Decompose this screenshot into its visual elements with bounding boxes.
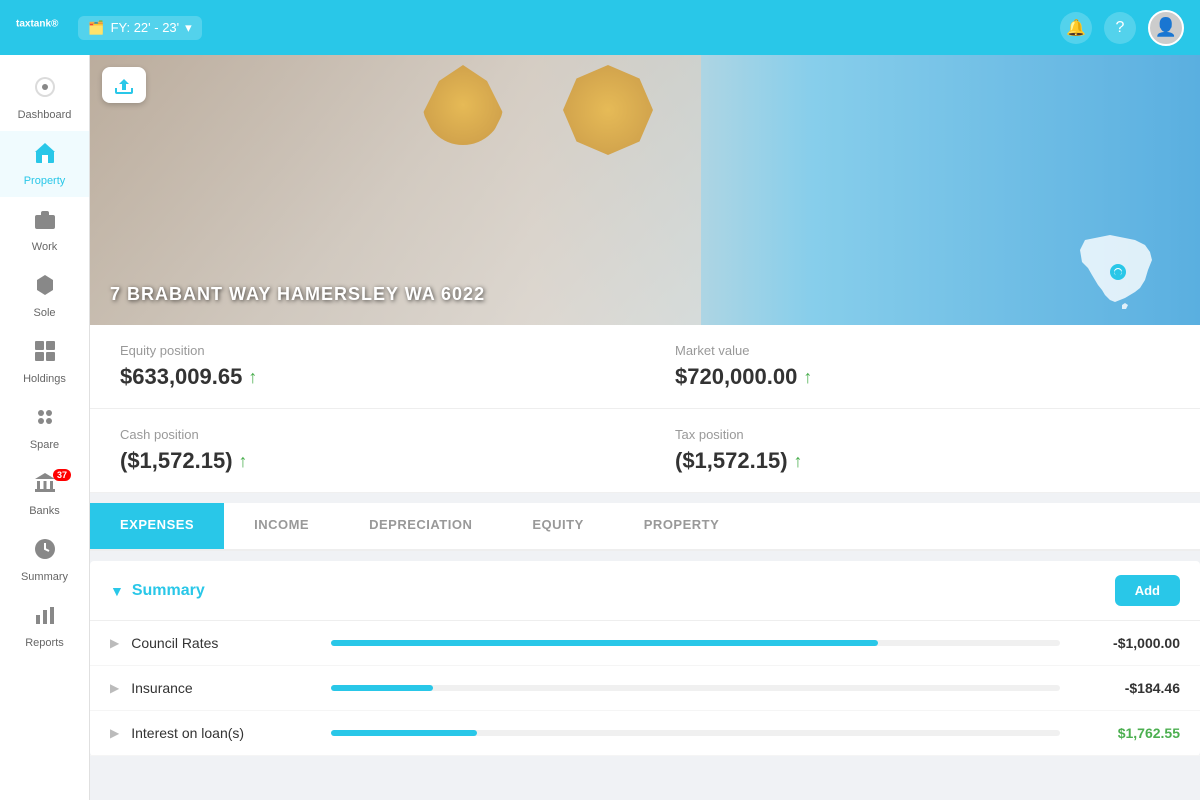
banks-badge: 37	[53, 469, 71, 481]
sidebar-item-work[interactable]: Work	[0, 197, 89, 263]
expense-bar-insurance	[331, 685, 1060, 691]
expense-row-council-rates: ▶ Council Rates -$1,000.00	[90, 621, 1200, 666]
expense-name-insurance: Insurance	[131, 680, 311, 696]
upload-button[interactable]	[102, 67, 146, 103]
equity-position-label: Equity position	[120, 343, 615, 358]
sidebar-label-holdings: Holdings	[23, 373, 66, 385]
map-overlay	[1060, 220, 1180, 315]
main-layout: Dashboard Property Work Sole Holdings	[0, 55, 1200, 800]
property-icon	[33, 141, 57, 171]
expense-row-loan-interest: ▶ Interest on loan(s) $1,762.55	[90, 711, 1200, 756]
help-icon[interactable]: ?	[1104, 12, 1136, 44]
expense-row-insurance: ▶ Insurance -$184.46	[90, 666, 1200, 711]
chevron-down-icon: ▾	[185, 20, 192, 36]
sidebar-item-holdings[interactable]: Holdings	[0, 329, 89, 395]
expense-bar-fill-loan-interest	[331, 730, 477, 736]
fy-icon: 🗂️	[88, 20, 104, 36]
tax-trend-icon: ↑	[794, 451, 803, 472]
summary-icon	[33, 537, 57, 567]
sidebar-item-spare[interactable]: Spare	[0, 395, 89, 461]
expand-icon-loan-interest[interactable]: ▶	[110, 726, 119, 740]
sidebar-label-banks: Banks	[29, 505, 60, 517]
reports-icon	[33, 603, 57, 633]
expense-bar-fill-insurance	[331, 685, 433, 691]
notifications-icon[interactable]: 🔔	[1060, 12, 1092, 44]
holdings-icon	[33, 339, 57, 369]
main-content: 7 BRABANT WAY HAMERSLEY WA 6022 Eq	[90, 55, 1200, 800]
equity-trend-icon: ↑	[248, 367, 257, 388]
add-expense-button[interactable]: Add	[1115, 575, 1180, 606]
collapse-icon[interactable]: ▼	[110, 583, 124, 599]
market-value-card: Market value $720,000.00 ↑	[645, 325, 1200, 409]
expense-name-loan-interest: Interest on loan(s)	[131, 725, 311, 741]
stats-grid: Equity position $633,009.65 ↑ Market val…	[90, 325, 1200, 493]
cash-position-value: ($1,572.15) ↑	[120, 448, 615, 474]
expand-icon-council-rates[interactable]: ▶	[110, 636, 119, 650]
fy-selector[interactable]: 🗂️ FY: 22' - 23' ▾	[78, 16, 201, 40]
equity-position-value: $633,009.65 ↑	[120, 364, 615, 390]
tax-position-card: Tax position ($1,572.15) ↑	[645, 409, 1200, 493]
header-right: 🔔 ? 👤	[1060, 10, 1184, 46]
expense-bar-loan-interest	[331, 730, 1060, 736]
market-trend-icon: ↑	[803, 367, 812, 388]
sidebar-item-banks[interactable]: 37 Banks	[0, 461, 89, 527]
cash-position-card: Cash position ($1,572.15) ↑	[90, 409, 645, 493]
logo: taxtank®	[16, 15, 58, 41]
sole-icon	[33, 273, 57, 303]
sidebar-label-sole: Sole	[33, 307, 55, 319]
property-address: 7 BRABANT WAY HAMERSLEY WA 6022	[110, 284, 485, 305]
market-value-label: Market value	[675, 343, 1170, 358]
sidebar-label-property: Property	[24, 175, 66, 187]
spare-icon	[33, 405, 57, 435]
cash-position-label: Cash position	[120, 427, 615, 442]
sidebar: Dashboard Property Work Sole Holdings	[0, 55, 90, 800]
avatar[interactable]: 👤	[1148, 10, 1184, 46]
expense-amount-council-rates: -$1,000.00	[1080, 635, 1180, 651]
tab-income[interactable]: INCOME	[224, 503, 339, 549]
sidebar-item-sole[interactable]: Sole	[0, 263, 89, 329]
tab-equity[interactable]: EQUITY	[502, 503, 613, 549]
sidebar-item-dashboard[interactable]: Dashboard	[0, 65, 89, 131]
sidebar-label-summary: Summary	[21, 571, 68, 583]
work-icon	[33, 207, 57, 237]
tax-position-value: ($1,572.15) ↑	[675, 448, 1170, 474]
sidebar-item-reports[interactable]: Reports	[0, 593, 89, 659]
expense-name-council-rates: Council Rates	[131, 635, 311, 651]
expense-amount-insurance: -$184.46	[1080, 680, 1180, 696]
tax-position-label: Tax position	[675, 427, 1170, 442]
sidebar-item-summary[interactable]: Summary	[0, 527, 89, 593]
cash-trend-icon: ↑	[239, 451, 248, 472]
fy-label: FY: 22' - 23'	[111, 20, 180, 35]
sidebar-label-dashboard: Dashboard	[18, 109, 72, 121]
sidebar-label-reports: Reports	[25, 637, 64, 649]
expense-bar-fill-council-rates	[331, 640, 878, 646]
tab-property[interactable]: PROPERTY	[614, 503, 750, 549]
sidebar-label-spare: Spare	[30, 439, 59, 451]
expand-icon-insurance[interactable]: ▶	[110, 681, 119, 695]
expense-bar-council-rates	[331, 640, 1060, 646]
sidebar-item-property[interactable]: Property	[0, 131, 89, 197]
app-header: taxtank® 🗂️ FY: 22' - 23' ▾ 🔔 ? 👤	[0, 0, 1200, 55]
equity-position-card: Equity position $633,009.65 ↑	[90, 325, 645, 409]
expense-amount-loan-interest: $1,762.55	[1080, 725, 1180, 741]
expenses-table-section: ▼ Summary Add ▶ Council Rates -$1,000.00…	[90, 561, 1200, 756]
section-header: ▼ Summary Add	[90, 561, 1200, 621]
property-hero: 7 BRABANT WAY HAMERSLEY WA 6022	[90, 55, 1200, 325]
sidebar-label-work: Work	[32, 241, 57, 253]
tab-depreciation[interactable]: DEPRECIATION	[339, 503, 502, 549]
tab-expenses[interactable]: EXPENSES	[90, 503, 224, 549]
section-title: Summary	[132, 582, 1115, 600]
market-value-value: $720,000.00 ↑	[675, 364, 1170, 390]
tabs-bar: EXPENSES INCOME DEPRECIATION EQUITY PROP…	[90, 503, 1200, 551]
dashboard-icon	[33, 75, 57, 105]
